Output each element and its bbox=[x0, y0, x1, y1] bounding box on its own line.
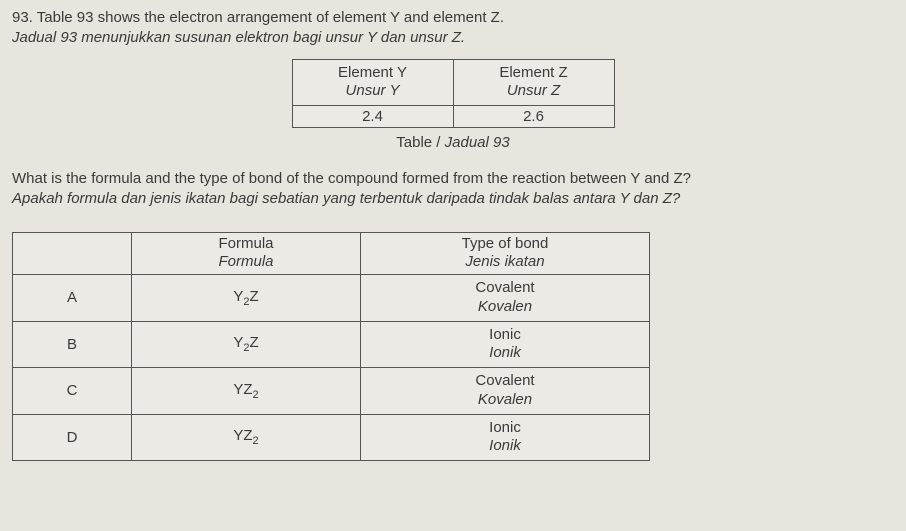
element-y-header: Element Y Unsur Y bbox=[292, 59, 453, 106]
bond-ms: Ionik bbox=[371, 437, 639, 456]
answer-formula: Y2Z bbox=[132, 321, 361, 368]
bond-en: Covalent bbox=[371, 372, 639, 391]
element-table-wrap: Element Y Unsur Y Element Z Unsur Z 2.4 … bbox=[12, 59, 894, 129]
bond-header-en: Type of bond bbox=[375, 235, 635, 254]
bond-ms: Kovalen bbox=[371, 391, 639, 410]
answer-row: C YZ2 Covalent Kovalen bbox=[13, 368, 650, 415]
element-z-en: Element Z bbox=[464, 64, 604, 83]
answer-label: A bbox=[13, 275, 132, 322]
prompt-ms: Apakah formula dan jenis ikatan bagi seb… bbox=[12, 189, 894, 209]
table-caption: Table / Jadual 93 bbox=[12, 134, 894, 151]
question-line-en: 93. Table 93 shows the electron arrangem… bbox=[12, 8, 894, 28]
answer-bond: Ionic Ionik bbox=[361, 414, 650, 461]
formula-pre: YZ bbox=[233, 381, 252, 398]
prompt-en: What is the formula and the type of bond… bbox=[12, 169, 894, 189]
formula-sub: 2 bbox=[253, 389, 259, 401]
bond-ms: Kovalen bbox=[371, 298, 639, 317]
answer-label: B bbox=[13, 321, 132, 368]
answer-formula: YZ2 bbox=[132, 368, 361, 415]
element-z-header: Element Z Unsur Z bbox=[453, 59, 614, 106]
question-text-en: Table 93 shows the electron arrangement … bbox=[37, 9, 504, 26]
answer-bond: Ionic Ionik bbox=[361, 321, 650, 368]
formula-pre: Y bbox=[233, 334, 243, 351]
formula-post: Z bbox=[249, 288, 258, 305]
answer-bond: Covalent Kovalen bbox=[361, 368, 650, 415]
answer-label: C bbox=[13, 368, 132, 415]
bond-header-ms: Jenis ikatan bbox=[375, 253, 635, 272]
formula-post: Z bbox=[249, 334, 258, 351]
caption-en: Table bbox=[396, 134, 432, 151]
caption-ms: Jadual 93 bbox=[445, 134, 510, 151]
formula-header-en: Formula bbox=[146, 235, 346, 254]
answer-label: D bbox=[13, 414, 132, 461]
formula-pre: Y bbox=[233, 288, 243, 305]
answer-row: B Y2Z Ionic Ionik bbox=[13, 321, 650, 368]
answers-table: Formula Formula Type of bond Jenis ikata… bbox=[12, 232, 650, 462]
prompt-block: What is the formula and the type of bond… bbox=[12, 169, 894, 210]
element-z-value: 2.6 bbox=[453, 106, 614, 128]
answers-header-bond: Type of bond Jenis ikatan bbox=[361, 232, 650, 275]
element-y-en: Element Y bbox=[303, 64, 443, 83]
answer-row: A Y2Z Covalent Kovalen bbox=[13, 275, 650, 322]
element-table: Element Y Unsur Y Element Z Unsur Z 2.4 … bbox=[292, 59, 615, 129]
bond-ms: Ionik bbox=[371, 344, 639, 363]
answer-row: D YZ2 Ionic Ionik bbox=[13, 414, 650, 461]
question-line-ms: Jadual 93 menunjukkan susunan elektron b… bbox=[12, 28, 894, 48]
formula-sub: 2 bbox=[253, 435, 259, 447]
answers-header-empty bbox=[13, 232, 132, 275]
element-z-ms: Unsur Z bbox=[464, 82, 604, 101]
answer-formula: YZ2 bbox=[132, 414, 361, 461]
formula-pre: YZ bbox=[233, 427, 252, 444]
answer-bond: Covalent Kovalen bbox=[361, 275, 650, 322]
answer-formula: Y2Z bbox=[132, 275, 361, 322]
formula-header-ms: Formula bbox=[146, 253, 346, 272]
question-number: 93. bbox=[12, 9, 33, 26]
bond-en: Ionic bbox=[371, 419, 639, 438]
element-y-ms: Unsur Y bbox=[303, 82, 443, 101]
bond-en: Covalent bbox=[371, 279, 639, 298]
bond-en: Ionic bbox=[371, 326, 639, 345]
caption-sep: / bbox=[432, 134, 445, 151]
answers-header-formula: Formula Formula bbox=[132, 232, 361, 275]
element-y-value: 2.4 bbox=[292, 106, 453, 128]
